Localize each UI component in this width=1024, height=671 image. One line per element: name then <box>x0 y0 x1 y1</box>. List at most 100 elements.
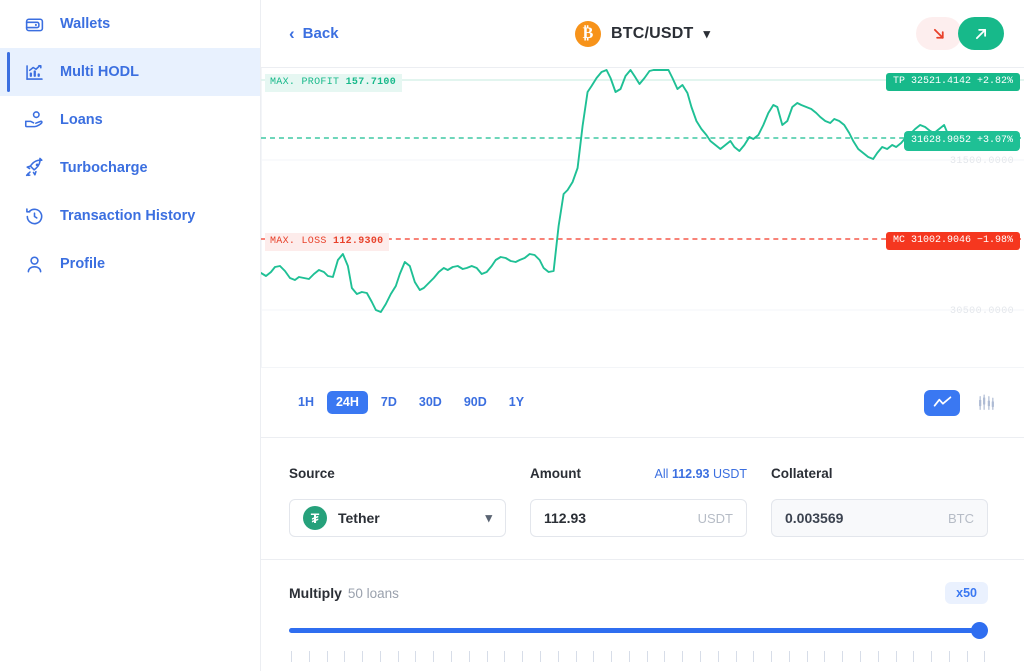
slider-tick <box>877 651 879 662</box>
y-axis-tick-label: 30500.0000 <box>949 306 1014 317</box>
slider-tick <box>735 651 737 662</box>
slider-tick <box>379 651 381 662</box>
slider-tick <box>646 651 648 662</box>
slider-tick <box>771 651 773 662</box>
chevron-down-icon: ▾ <box>485 510 492 525</box>
candlestick-chart-toggle[interactable] <box>968 390 1004 416</box>
slider-tick <box>486 651 488 662</box>
pair-selector[interactable]: ₿ BTC/USDT ▾ <box>574 20 710 47</box>
collateral-field: Collateral 0.003569 BTC <box>771 466 988 537</box>
sidebar-item-label: Loans <box>60 111 103 128</box>
take-profit-badge[interactable]: TP 32521.4142 +2.82% <box>885 73 1020 91</box>
slider-tick-marks <box>289 651 988 662</box>
slider-tick <box>415 651 417 662</box>
slider-tick <box>842 651 844 662</box>
timeframe-30d[interactable]: 30D <box>410 391 451 414</box>
back-button[interactable]: ‹ Back <box>289 25 339 42</box>
amount-label-row: Amount All 112.93 USDT <box>530 466 747 488</box>
sidebar-item-turbocharge[interactable]: Turbocharge <box>0 144 260 192</box>
multiply-header: Multiply 50 loans x50 <box>289 581 988 605</box>
multiply-subtitle: 50 loans <box>347 585 399 601</box>
slider-tick <box>664 651 666 662</box>
slider-tick <box>913 651 915 662</box>
timeframe-1h[interactable]: 1H <box>289 391 323 414</box>
bar-chart-icon <box>22 60 46 84</box>
slider-tick <box>504 651 506 662</box>
slider-tick <box>433 651 435 662</box>
sidebar-item-profile[interactable]: Profile <box>0 240 260 288</box>
chevron-down-icon: ▾ <box>703 25 710 41</box>
amount-label: Amount <box>530 466 581 481</box>
amount-input[interactable] <box>544 510 690 526</box>
slider-tick <box>291 651 292 662</box>
max-profit-value: 157.7100 <box>345 77 397 88</box>
price-chart[interactable]: MAX. PROFIT 157.7100 MAX. LOSS 112.9300 … <box>261 68 1024 368</box>
sidebar-item-wallets[interactable]: Wallets <box>0 0 260 48</box>
slider-tick <box>717 651 719 662</box>
slider-tick <box>628 651 630 662</box>
multiply-slider[interactable] <box>289 622 988 639</box>
bitcoin-icon: ₿ <box>574 20 601 47</box>
pair-selector-wrap: ₿ BTC/USDT ▾ <box>261 20 1024 47</box>
pair-label: BTC/USDT <box>610 24 694 42</box>
back-label: Back <box>302 25 339 42</box>
all-unit: USDT <box>712 467 747 481</box>
timeframe-group: 1H 24H 7D 30D 90D 1Y <box>289 391 533 414</box>
sidebar: Wallets Multi HODL Loans Turbocharge Tra… <box>0 0 260 671</box>
short-direction-button[interactable] <box>916 17 962 50</box>
collateral-unit: BTC <box>948 510 974 526</box>
clock-history-icon <box>22 204 46 228</box>
candlestick-chart-icon <box>978 393 994 410</box>
margin-call-badge[interactable]: MC 31002.9046 −1.98% <box>885 232 1020 250</box>
topbar: ‹ Back ₿ BTC/USDT ▾ <box>261 0 1024 68</box>
amount-field: Amount All 112.93 USDT USDT <box>530 466 747 537</box>
slider-tick <box>699 651 701 662</box>
slider-tick <box>308 651 310 662</box>
amount-all-button[interactable]: All 112.93 USDT <box>655 467 747 481</box>
timeframe-1y[interactable]: 1Y <box>500 391 533 414</box>
slider-tick <box>451 651 453 662</box>
slider-tick <box>539 651 541 662</box>
slider-tick <box>344 651 346 662</box>
timeframe-24h[interactable]: 24H <box>326 391 368 414</box>
collateral-label: Collateral <box>771 466 833 481</box>
collateral-input-wrap: 0.003569 BTC <box>771 499 988 537</box>
price-chart-canvas <box>261 68 1024 368</box>
slider-tick <box>860 651 861 662</box>
direction-toggle <box>916 17 1004 50</box>
source-value: Tether <box>338 510 380 526</box>
long-direction-button[interactable] <box>958 17 1004 50</box>
slider-fill <box>289 628 984 633</box>
sidebar-item-label: Turbocharge <box>60 159 148 176</box>
slider-tick <box>468 651 470 662</box>
sidebar-item-multi-hodl[interactable]: Multi HODL <box>0 48 260 96</box>
amount-unit: USDT <box>697 510 733 526</box>
timeframe-90d[interactable]: 90D <box>455 391 496 414</box>
y-axis-tick-label: 31500.0000 <box>949 156 1014 167</box>
current-price-badge[interactable]: 31628.9052 +3.07% <box>903 131 1020 151</box>
slider-tick <box>788 651 790 662</box>
slider-handle[interactable] <box>971 622 988 639</box>
sidebar-item-label: Profile <box>60 255 106 272</box>
sidebar-item-label: Transaction History <box>60 207 196 224</box>
slider-tick <box>362 651 364 662</box>
trade-form: Source ₮ Tether ▾ Amount All 112.93 USDT <box>261 438 1024 560</box>
multiply-badge: x50 <box>945 581 988 605</box>
arrow-up-right-icon <box>975 28 987 39</box>
line-chart-toggle[interactable] <box>924 389 960 416</box>
max-profit-label: MAX. PROFIT <box>270 77 340 88</box>
sidebar-item-transaction-history[interactable]: Transaction History <box>0 192 260 240</box>
arrow-down-right-icon <box>933 28 944 39</box>
max-loss-annotation: MAX. LOSS 112.9300 <box>265 233 390 251</box>
source-select[interactable]: ₮ Tether ▾ <box>289 499 506 537</box>
chevron-left-icon: ‹ <box>289 24 295 43</box>
amount-input-wrap[interactable]: USDT <box>530 499 747 537</box>
timeframe-7d[interactable]: 7D <box>372 391 406 414</box>
slider-tick <box>984 651 986 662</box>
slider-tick <box>895 651 897 662</box>
slider-tick <box>522 651 524 662</box>
collateral-label-row: Collateral <box>771 466 988 488</box>
hand-coin-icon <box>22 108 46 132</box>
chart-controls: 1H 24H 7D 30D 90D 1Y <box>261 368 1024 438</box>
sidebar-item-loans[interactable]: Loans <box>0 96 260 144</box>
